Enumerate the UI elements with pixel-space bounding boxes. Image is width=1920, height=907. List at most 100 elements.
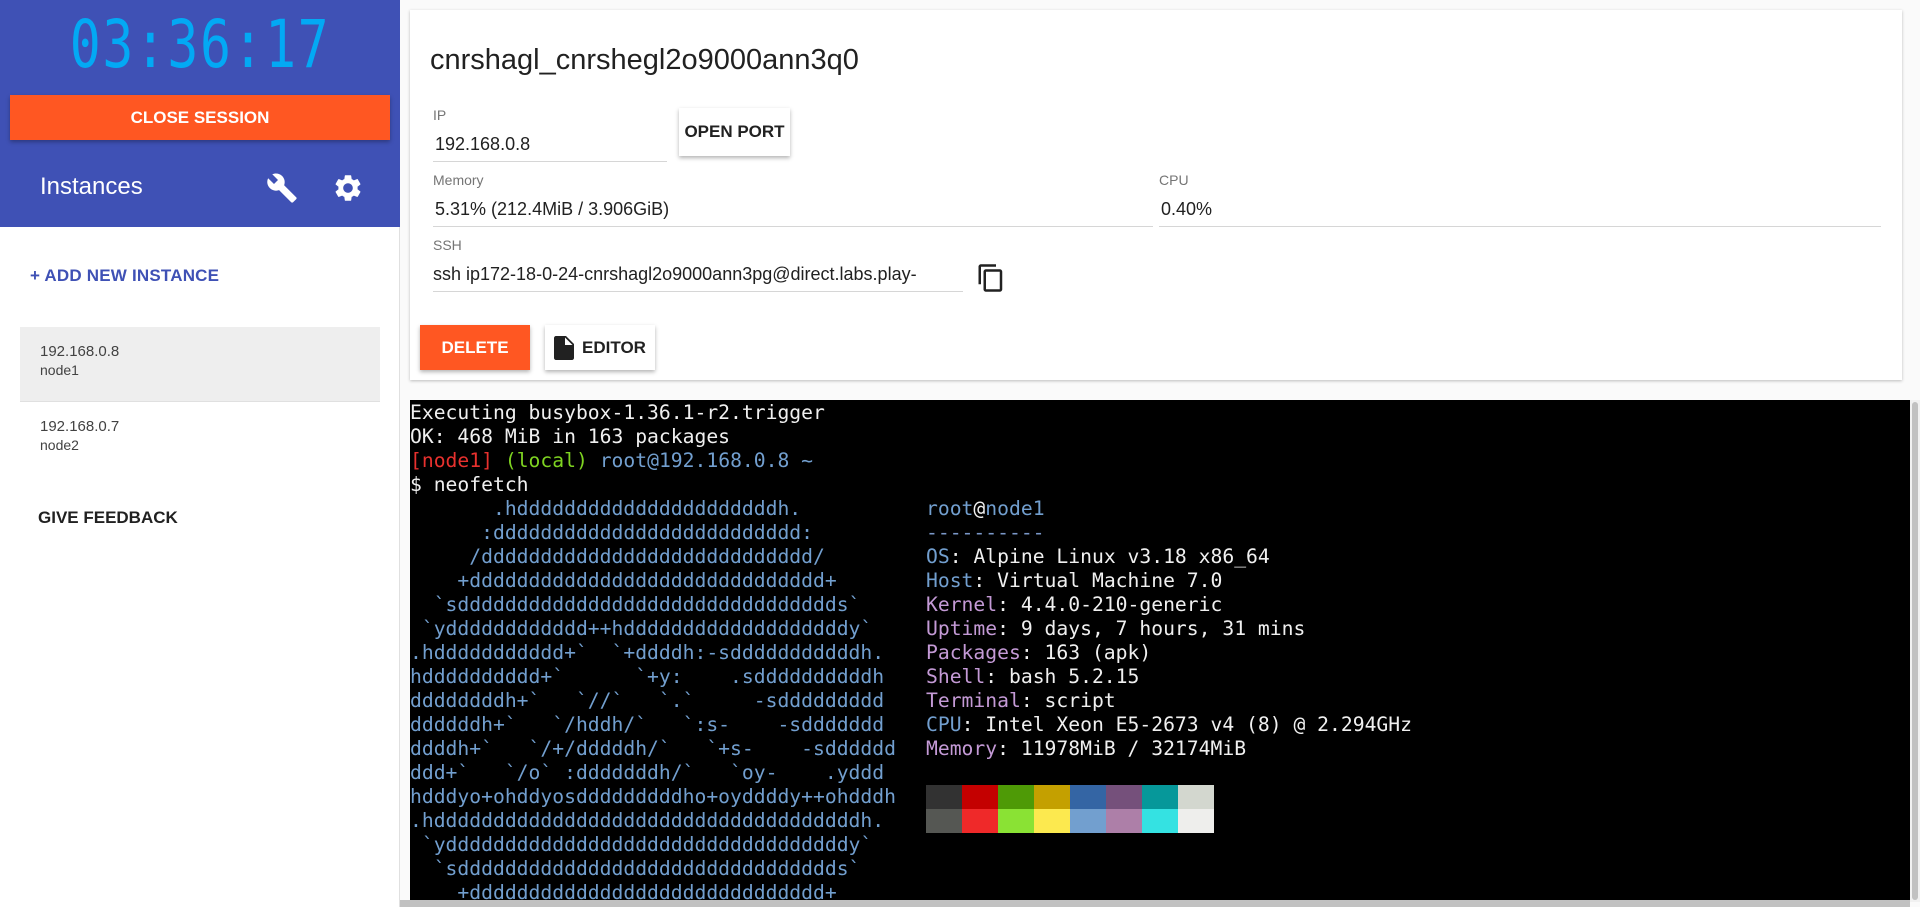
color-swatch [926,809,962,833]
info-value: Intel Xeon E5-2673 v4 (8) @ 2.294GHz [985,713,1412,736]
horizontal-scrollbar[interactable] [400,900,1910,907]
terminal-scrollbar[interactable] [1910,400,1920,902]
logo-line: hdddddddddd+` `+y: .sddddddddddh [410,665,885,688]
logo-line: :dddddddddddddddddddddddddd: [410,521,813,544]
ssh-underline [433,291,963,292]
color-swatch [926,785,962,809]
logo-line: ddddh+` `/+/dddddh/` `+s- -sdddddd [410,737,896,760]
terminal-line: Executing busybox-1.36.1-r2.trigger [410,401,825,424]
info-host: node1 [985,497,1045,520]
cpu-underline [1159,226,1881,227]
info-key: CPU [926,713,962,736]
session-timer: 03:36:17 [69,6,331,83]
app: 03:36:17 CLOSE SESSION Instances + ADD N… [0,0,1920,907]
color-swatch [1070,809,1106,833]
instance-item-node2[interactable]: 192.168.0.7 node2 [20,402,380,476]
ssh-label: SSH [433,237,462,253]
logo-line: .hddddddddddddddddddddddddddddddddddddh. [410,809,885,832]
neofetch-logo: .hddddddddddddddddddddddh. :dddddddddddd… [410,497,896,902]
memory-value[interactable]: 5.31% (212.4MiB / 3.906GiB) [435,199,1135,220]
editor-button-label: EDITOR [582,337,646,357]
color-swatch [1142,785,1178,809]
info-value: Virtual Machine 7.0 [997,569,1223,592]
color-swatch [962,785,998,809]
info-key: Uptime [926,617,998,640]
ssh-command[interactable]: ssh ip172-18-0-24-cnrshagl2o9000ann3pg@d… [433,264,963,285]
color-swatch [998,785,1034,809]
memory-label: Memory [433,172,484,188]
info-key: Memory [926,737,998,760]
scrollbar-thumb[interactable] [1912,402,1918,900]
logo-line: `sdddddddddddddddddddddddddddddddds` [410,593,861,616]
logo-line: +dddddddddddddddddddddddddddddd+ [410,569,837,592]
delete-instance-button[interactable]: DELETE [420,325,530,370]
logo-line: `sdddddddddddddddddddddddddddddddds` [410,857,861,880]
sidebar-header: 03:36:17 CLOSE SESSION Instances [0,0,400,227]
prompt-node: [node1] [410,449,493,472]
color-swatch [1034,809,1070,833]
instances-title: Instances [40,173,143,200]
logo-line: /dddddddddddddddddddddddddddd/ [410,545,825,568]
color-swatch [1034,785,1070,809]
info-value: script [1044,689,1116,712]
ip-value[interactable]: 192.168.0.8 [435,134,665,155]
instance-ip: 192.168.0.8 [40,343,120,360]
logo-line: ddd+` `/o` :dddddddh/` `oy- .yddd [410,761,885,784]
cpu-label: CPU [1159,172,1189,188]
color-swatch [1106,809,1142,833]
info-user: root [926,497,974,520]
logo-line: +dddddddddddddddddddddddddddddd+ [410,881,837,902]
terminal-output: Executing busybox-1.36.1-r2.trigger OK: … [410,401,825,497]
gear-icon[interactable] [332,172,364,204]
color-palette [926,785,1214,833]
memory-underline [433,226,1153,227]
info-separator: ---------- [926,521,1045,544]
logo-line: ddddddh+` `/hddh/` `:s- -sddddddd [410,713,885,736]
color-swatch [1142,809,1178,833]
neofetch-info: root@node1 ---------- OS: Alpine Linux v… [926,497,1412,760]
logo-line: ddddddddh+` `//` `.` -sddddddddd [410,689,885,712]
instance-name: node1 [40,362,79,378]
sidebar: 03:36:17 CLOSE SESSION Instances + ADD N… [0,0,400,907]
instance-details-card: cnrshagl_cnrshegl2o9000ann3q0 IP 192.168… [410,10,1902,380]
wrench-icon[interactable] [266,172,298,204]
cpu-value[interactable]: 0.40% [1161,199,1861,220]
color-swatch [1106,785,1142,809]
add-new-instance-link[interactable]: + ADD NEW INSTANCE [30,266,219,286]
prompt-local: (local) [504,449,588,472]
info-key: Host [926,569,974,592]
info-value: 163 (apk) [1044,641,1152,664]
info-value: Alpine Linux v3.18 x86_64 [973,545,1270,568]
info-value: 9 days, 7 hours, 31 mins [1020,617,1306,640]
copy-icon[interactable] [976,263,1006,293]
info-key: OS [926,545,950,568]
terminal[interactable]: Executing busybox-1.36.1-r2.trigger OK: … [410,400,1910,902]
logo-line: .hddddddddddddddddddddddh. [410,497,802,520]
file-icon [554,335,575,360]
color-swatch [962,809,998,833]
color-swatch [1178,809,1214,833]
prompt-command: $ neofetch [410,473,529,496]
color-swatch [998,809,1034,833]
logo-line: hdddyo+ohddyosdddddddddho+oyddddy++ohddd… [410,785,896,808]
color-swatch [1070,785,1106,809]
logo-line: `yddddddddddddddddddddddddddddddddddy` [410,833,873,856]
info-key: Shell [926,665,986,688]
open-port-button[interactable]: OPEN PORT [679,108,790,156]
color-swatch [1178,785,1214,809]
prompt-user: root@192.168.0.8 ~ [599,449,814,472]
info-key: Terminal [926,689,1021,712]
ip-underline [433,161,667,162]
editor-button[interactable]: EDITOR [545,325,655,370]
instance-item-node1[interactable]: 192.168.0.8 node1 [20,327,380,401]
info-value: 4.4.0-210-generic [1020,593,1223,616]
instance-name: node2 [40,437,79,453]
logo-line: .hddddddddddd+` `+ddddh:-sdddddddddddh. [410,641,885,664]
instance-hostname: cnrshagl_cnrshegl2o9000ann3q0 [430,44,859,76]
info-value: 11978MiB / 32174MiB [1020,737,1247,760]
instance-ip: 192.168.0.7 [40,418,120,435]
terminal-line: OK: 468 MiB in 163 packages [410,425,731,448]
give-feedback-link[interactable]: GIVE FEEDBACK [38,508,178,528]
info-value: bash 5.2.15 [1008,665,1140,688]
close-session-button[interactable]: CLOSE SESSION [10,95,390,140]
